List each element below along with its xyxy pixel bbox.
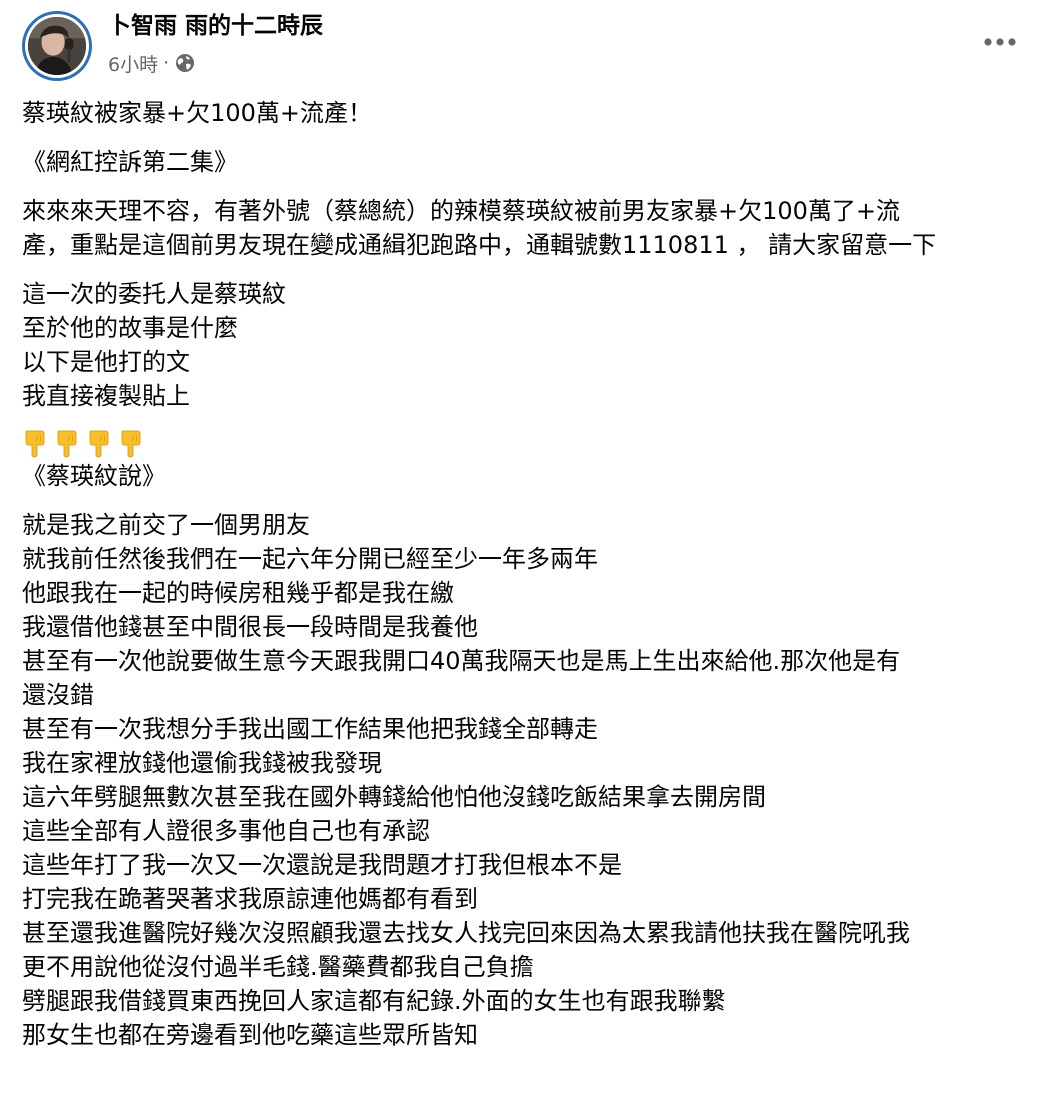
story-line: 我在家裡放錢他還偷我錢被我發現 xyxy=(22,749,382,777)
story-line: 就是我之前交了一個男朋友 xyxy=(22,511,310,539)
client-paragraph: 這一次的委托人是蔡瑛紋 至於他的故事是什麼 以下是他打的文 我直接複製貼上 xyxy=(22,277,1027,413)
intro-line: 來來來天理不容，有著外號（蔡總統）的辣模蔡瑛紋被前男友家暴+欠100萬了+流 xyxy=(22,197,901,225)
story-line: 他跟我在一起的時候房租幾乎都是我在繳 xyxy=(22,579,454,607)
series-title-text: 《網紅控訴第二集》 xyxy=(22,148,238,176)
story-line: 甚至還我進醫院好幾次沒照顧我還去找女人找完回來因為太累我請他扶我在醫院吼我 xyxy=(22,919,910,947)
pointing-down-hand-icon xyxy=(54,430,79,458)
story-line: 這些年打了我一次又一次還說是我問題才打我但根本不是 xyxy=(22,851,622,879)
client-line: 我直接複製貼上 xyxy=(22,382,190,410)
avatar-ring xyxy=(25,14,89,78)
story-line: 甚至有一次我想分手我出國工作結果他把我錢全部轉走 xyxy=(22,715,598,743)
emoji-row xyxy=(22,429,1027,459)
story-line: 劈腿跟我借錢買東西挽回人家這都有紀錄.外面的女生也有跟我聯繫 xyxy=(22,987,726,1015)
post-headline: 蔡瑛紋被家暴+欠100萬+流產！ xyxy=(22,96,1027,130)
story-line: 打完我在跪著哭著求我原諒連他媽都有看到 xyxy=(22,885,478,913)
story-line: 就我前任然後我們在一起六年分開已經至少一年多兩年 xyxy=(22,545,598,573)
post-header: 卜智雨 雨的十二時辰 6小時 · xyxy=(0,0,1042,90)
series-title: 《網紅控訴第二集》 xyxy=(22,145,1027,179)
story-line: 還沒錯 xyxy=(22,681,94,709)
quote-title: 《蔡瑛紋說》 xyxy=(22,459,1027,493)
intro-line: 產，重點是這個前男友現在變成通緝犯跑路中，通輯號數1110811 ， 請大家留意… xyxy=(22,231,937,259)
more-options-button[interactable] xyxy=(976,22,1024,62)
client-line: 以下是他打的文 xyxy=(22,348,190,376)
story-line: 我還借他錢甚至中間很長一段時間是我養他 xyxy=(22,613,478,641)
headline-text: 蔡瑛紋被家暴+欠100萬+流產！ xyxy=(22,99,373,127)
quote-title-text: 《蔡瑛紋說》 xyxy=(22,462,166,490)
author-name[interactable]: 卜智雨 雨的十二時辰 xyxy=(108,10,323,42)
post-timestamp[interactable]: 6小時 xyxy=(108,50,158,77)
facebook-post: 卜智雨 雨的十二時辰 6小時 · 蔡瑛紋被家暴+欠100萬+流產！ 《網紅控訴第… xyxy=(0,0,1042,1100)
story-line: 更不用說他從沒付過半毛錢.醫藥費都我自己負擔 xyxy=(22,953,534,981)
pointing-down-hand-icon xyxy=(118,430,143,458)
post-content: 蔡瑛紋被家暴+欠100萬+流產！ 《網紅控訴第二集》 來來來天理不容，有著外號（… xyxy=(22,96,1027,1052)
story-paragraph: 就是我之前交了一個男朋友 就我前任然後我們在一起六年分開已經至少一年多兩年 他跟… xyxy=(22,508,1027,1052)
more-options-icon xyxy=(984,38,1016,46)
post-meta: 6小時 · xyxy=(108,49,195,77)
story-line: 這六年劈腿無數次甚至我在國外轉錢給他怕他沒錢吃飯結果拿去開房間 xyxy=(22,783,766,811)
story-line: 那女生也都在旁邊看到他吃藥這些眾所皆知 xyxy=(22,1021,478,1049)
story-line: 這些全部有人證很多事他自己也有承認 xyxy=(22,817,430,845)
author-avatar[interactable] xyxy=(22,11,92,81)
meta-separator: · xyxy=(163,52,170,74)
pointing-down-hand-icon xyxy=(22,430,47,458)
client-line: 這一次的委托人是蔡瑛紋 xyxy=(22,280,286,308)
intro-paragraph: 來來來天理不容，有著外號（蔡總統）的辣模蔡瑛紋被前男友家暴+欠100萬了+流 產… xyxy=(22,194,1027,262)
story-line: 甚至有一次他說要做生意今天跟我開口40萬我隔天也是馬上生出來給他.那次他是有 xyxy=(22,647,901,675)
avatar-portrait-icon xyxy=(28,17,86,75)
pointing-down-hand-icon xyxy=(86,430,111,458)
avatar-photo xyxy=(28,17,86,75)
client-line: 至於他的故事是什麼 xyxy=(22,314,238,342)
globe-icon[interactable] xyxy=(175,53,195,73)
